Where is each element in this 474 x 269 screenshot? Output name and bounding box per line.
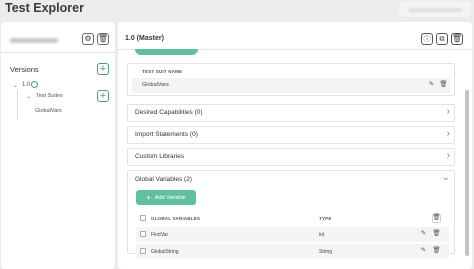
info-icon: ⓘ [423, 35, 431, 43]
variable-name: GlobalString [151, 248, 179, 255]
info-button[interactable]: ⓘ [421, 33, 433, 45]
trash-icon[interactable]: 🗑 [432, 214, 441, 223]
trash-icon[interactable]: 🗑 [439, 81, 448, 90]
edit-icon[interactable]: ✎ [427, 81, 436, 90]
table-header-row: GLOBAL VARIABLES TYPE 🗑 [136, 211, 449, 226]
row-checkbox[interactable] [140, 231, 146, 237]
copy-icon: ⧉ [439, 35, 445, 43]
variable-type: String [319, 248, 333, 255]
section-title[interactable]: Global Variables (2) [135, 176, 192, 183]
page-title: Test Explorer [5, 1, 84, 15]
section-desired-capabilities[interactable]: Desired Capabilities (0) › [127, 104, 455, 122]
trash-icon[interactable]: 🗑 [432, 247, 441, 256]
table-row[interactable]: GlobalVars ✎ 🗑 [132, 78, 450, 93]
chevron-right-icon: › [446, 150, 450, 161]
select-all-checkbox[interactable] [140, 215, 146, 221]
variable-name: FirstVar [151, 231, 169, 238]
add-variable-label: Add Variable [154, 194, 186, 201]
section-title: Desired Capabilities (0) [135, 109, 203, 116]
variable-type: int [319, 231, 325, 238]
trash-icon: 🗑 [451, 34, 463, 43]
sidebar-divider [1, 52, 115, 53]
delete-version-button[interactable]: 🗑 [451, 33, 463, 45]
edit-icon[interactable]: ✎ [419, 247, 428, 256]
add-variable-button[interactable]: + Add Variable [136, 190, 196, 205]
test-suit-column-header: TEST SUIT NAME [142, 69, 183, 74]
edit-icon[interactable]: ✎ [419, 230, 428, 239]
section-title: Custom Libraries [135, 153, 185, 160]
chevron-right-icon: › [446, 128, 450, 139]
chevron-down-icon[interactable]: ⌄ [442, 173, 450, 183]
version-detail-panel: 1.0 (Master) ⓘ ⧉ 🗑 TEST SUIT NAME Global… [118, 22, 472, 269]
copy-button[interactable]: ⧉ [436, 33, 448, 45]
user-menu-blurred-label [408, 8, 462, 12]
section-custom-libraries[interactable]: Custom Libraries › [127, 148, 455, 166]
versions-sidebar: ⚙ 🗑 Versions + ⌄ 1.0 ⌄ Test Suites + Glo… [1, 22, 115, 269]
column-header-type: TYPE [319, 215, 332, 221]
add-version-button[interactable]: + [97, 63, 109, 75]
delete-project-button[interactable]: 🗑 [97, 33, 109, 45]
user-menu[interactable] [399, 2, 471, 17]
section-global-variables: Global Variables (2) ⌄ + Add Variable GL… [127, 170, 455, 259]
tree-test-suites[interactable]: Test Suites [36, 93, 63, 99]
chevron-right-icon: › [446, 106, 450, 117]
plus-icon: + [146, 193, 151, 202]
test-suit-table: TEST SUIT NAME GlobalVars ✎ 🗑 [127, 63, 455, 96]
version-title: 1.0 (Master) [125, 35, 164, 42]
tree-version[interactable]: 1.0 [22, 82, 30, 88]
add-suite-button[interactable]: + [97, 90, 109, 102]
tree-suite-item[interactable]: GlobalVars [35, 108, 62, 114]
column-header-name: GLOBAL VARIABLES [151, 215, 201, 221]
section-title: Import Statements (0) [135, 131, 198, 138]
chevron-down-icon[interactable]: ⌄ [13, 82, 18, 89]
settings-button[interactable]: ⚙ [82, 33, 94, 45]
project-name-blurred [10, 38, 58, 43]
green-button-partial[interactable] [135, 49, 198, 55]
versions-label: Versions [10, 65, 39, 74]
panel-scrollbar[interactable] [465, 90, 469, 256]
plus-icon: + [99, 62, 107, 75]
row-checkbox[interactable] [140, 248, 146, 254]
test-suit-name: GlobalVars [142, 82, 169, 88]
trash-icon[interactable]: 🗑 [432, 230, 441, 239]
gear-icon: ⚙ [84, 34, 92, 43]
section-import-statements[interactable]: Import Statements (0) › [127, 126, 455, 144]
plus-icon: + [99, 89, 107, 102]
globe-icon [31, 81, 38, 88]
tree-guide-line [17, 90, 18, 120]
trash-icon: 🗑 [97, 34, 109, 43]
table-row[interactable]: FirstVar int ✎ 🗑 [136, 227, 449, 242]
table-row[interactable]: GlobalString String ✎ 🗑 [136, 244, 449, 259]
chevron-down-icon[interactable]: ⌄ [26, 93, 31, 100]
